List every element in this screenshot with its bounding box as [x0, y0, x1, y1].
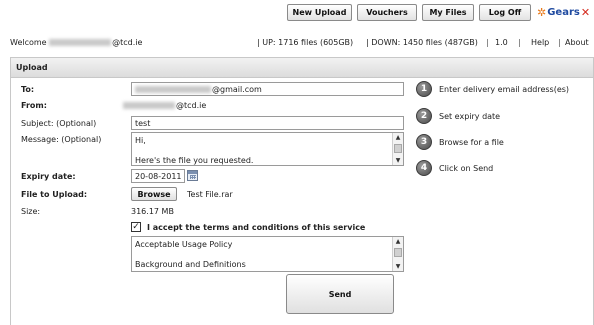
message-scrollbar[interactable]: ▲ ▼	[392, 133, 403, 165]
step-text: Browse for a file	[439, 137, 504, 147]
scroll-down-icon[interactable]: ▼	[393, 262, 403, 271]
scroll-down-icon[interactable]: ▼	[393, 156, 403, 165]
expiry-date-field[interactable]: 20-08-2011	[131, 169, 185, 183]
scroll-thumb[interactable]	[394, 144, 402, 153]
step-number-icon: 2	[416, 108, 432, 124]
welcome-text: Welcome @tcd.ie	[10, 38, 142, 47]
scroll-up-icon[interactable]: ▲	[393, 133, 403, 142]
my-files-button[interactable]: My Files	[422, 4, 474, 21]
x-logo-icon: ✕	[580, 6, 591, 19]
gears-logo: ✲ Gears ✕	[537, 5, 593, 20]
terms-checkbox[interactable]: ✓	[131, 222, 141, 232]
step-2: 2 Set expiry date	[416, 108, 500, 124]
version-text: 1.0	[495, 38, 508, 47]
redacted-sender	[123, 102, 175, 109]
from-domain: @tcd.ie	[176, 101, 207, 110]
step-text: Enter delivery email address(es)	[439, 84, 570, 94]
message-label: Message: (Optional)	[21, 135, 102, 144]
redacted-recipient	[135, 86, 211, 93]
scroll-thumb[interactable]	[394, 248, 402, 257]
message-text: Hi, Here's the file you requested.	[135, 136, 254, 165]
calendar-icon[interactable]	[187, 170, 198, 181]
from-value: @tcd.ie	[123, 101, 206, 110]
help-link[interactable]: Help	[531, 38, 549, 47]
step-number-icon: 4	[416, 160, 432, 176]
scroll-up-icon[interactable]: ▲	[393, 237, 403, 246]
terms-scrollbar[interactable]: ▲ ▼	[392, 237, 403, 271]
terms-label: I accept the terms and conditions of thi…	[147, 223, 366, 232]
subject-field[interactable]: test	[131, 116, 404, 130]
message-textarea[interactable]: Hi, Here's the file you requested. ▲ ▼	[131, 132, 404, 166]
step-4: 4 Click on Send	[416, 160, 493, 176]
to-domain: @gmail.com	[212, 85, 262, 94]
size-label: Size:	[21, 207, 41, 216]
upload-stats: | UP: 1716 files (605GB)	[257, 38, 354, 47]
about-link[interactable]: About	[565, 38, 589, 47]
terms-line: Background and Definitions	[135, 260, 246, 269]
vouchers-button[interactable]: Vouchers	[357, 4, 417, 21]
logo-text: Gears	[547, 7, 580, 18]
from-label: From:	[21, 101, 47, 110]
new-upload-button[interactable]: New Upload	[287, 4, 352, 21]
file-name: Test File.rar	[187, 190, 233, 199]
step-text: Set expiry date	[439, 111, 501, 121]
step-1: 1 Enter delivery email address(es)	[416, 81, 569, 97]
to-field[interactable]: @gmail.com	[131, 82, 404, 96]
step-3: 3 Browse for a file	[416, 134, 504, 150]
file-label: File to Upload:	[21, 190, 88, 199]
terms-text: Acceptable Usage Policy Background and D…	[135, 240, 246, 270]
user-info-row: Welcome @tcd.ie | UP: 1716 files (605GB)…	[0, 36, 594, 50]
step-number-icon: 3	[416, 134, 432, 150]
redacted-username	[49, 39, 112, 46]
gear-icon: ✲	[537, 6, 547, 19]
to-label: To:	[21, 85, 35, 94]
step-text: Click on Send	[439, 163, 494, 173]
message-line: Here's the file you requested.	[135, 156, 254, 165]
send-button[interactable]: Send	[286, 274, 394, 314]
terms-line: Acceptable Usage Policy	[135, 240, 233, 249]
expiry-label: Expiry date:	[21, 172, 76, 181]
separator: |	[486, 38, 489, 47]
message-line: Hi,	[135, 136, 146, 145]
welcome-label: Welcome	[10, 38, 47, 47]
upload-panel: Upload To: @gmail.com From: @tcd.ie Subj…	[10, 57, 594, 325]
separator: |	[518, 38, 521, 47]
subject-label: Subject: (Optional)	[21, 119, 97, 128]
step-number-icon: 1	[416, 81, 432, 97]
size-value: 316.17 MB	[131, 207, 174, 216]
panel-title: Upload	[11, 58, 593, 78]
welcome-domain: @tcd.ie	[112, 38, 143, 47]
download-stats: | DOWN: 1450 files (487GB)	[366, 38, 478, 47]
log-off-button[interactable]: Log Off	[479, 4, 531, 21]
terms-textarea[interactable]: Acceptable Usage Policy Background and D…	[131, 236, 404, 272]
separator: |	[558, 38, 561, 47]
browse-button[interactable]: Browse	[131, 187, 177, 201]
